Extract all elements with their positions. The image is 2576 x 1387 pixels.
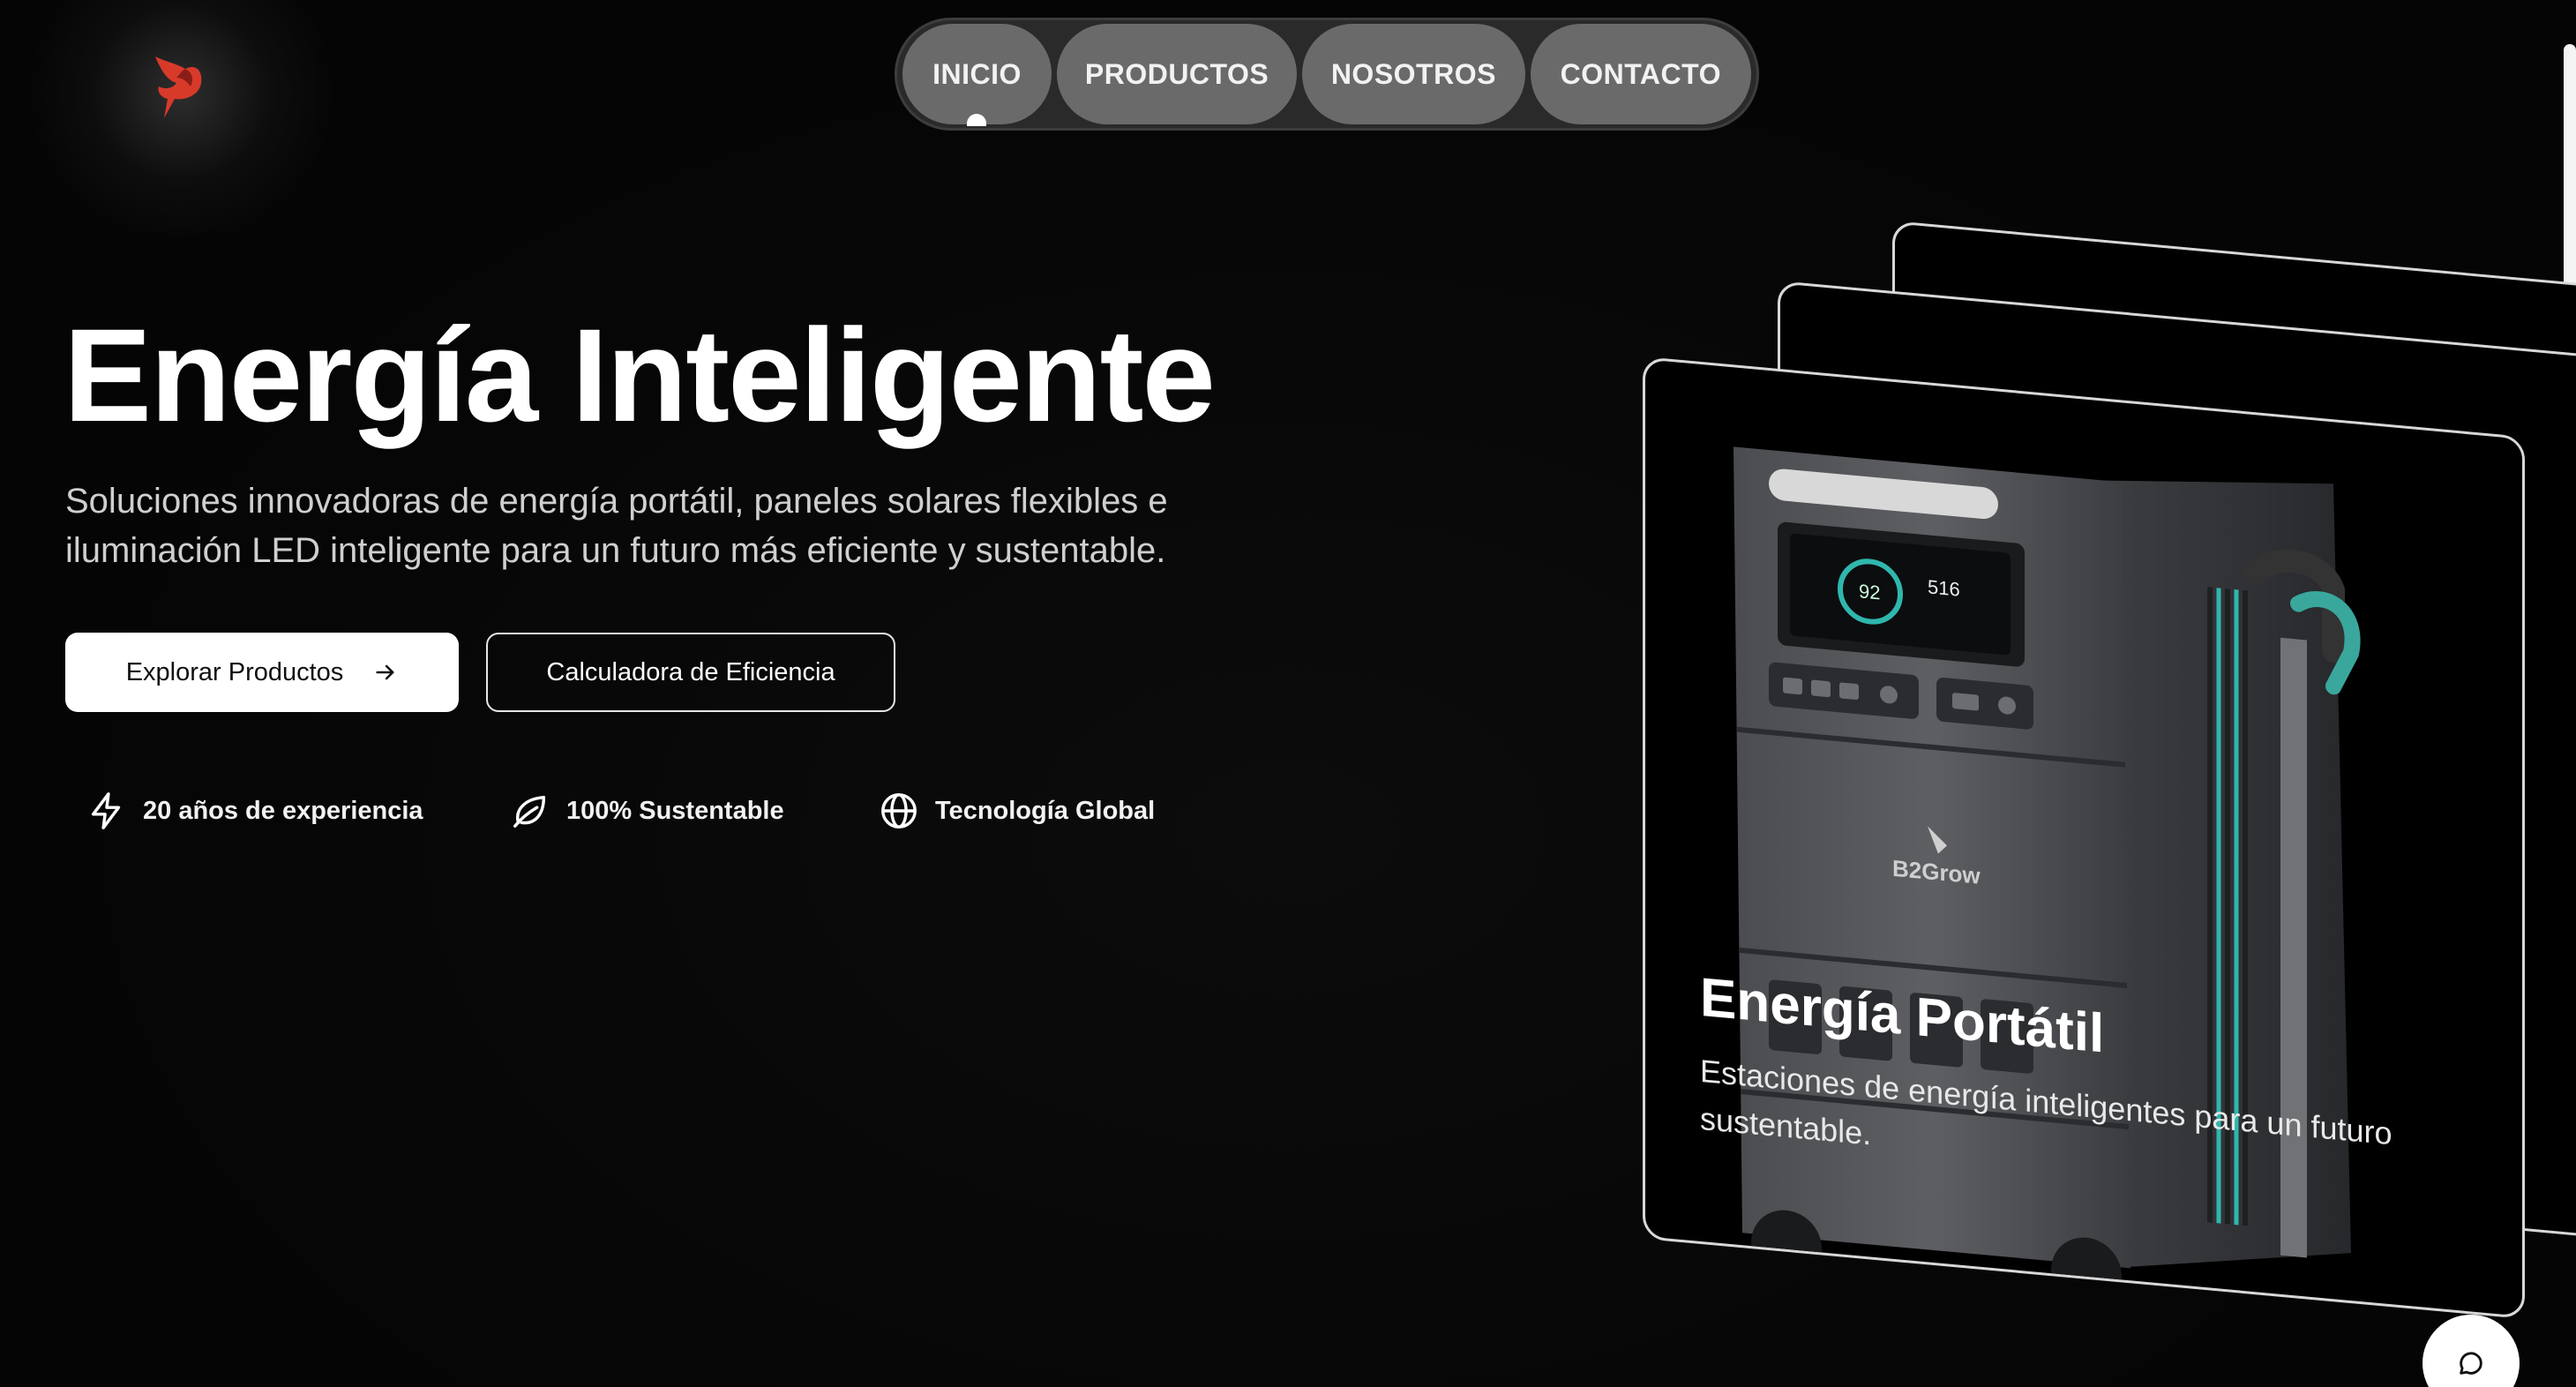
lightning-icon	[91, 792, 121, 829]
page: INICIO PRODUCTOS NOSOTROS CONTACTO Energ…	[0, 0, 2576, 1387]
feature-sustainable: 100% Sustentable	[510, 787, 784, 835]
bird-flame-logo[interactable]	[150, 53, 208, 122]
nav-item-label: PRODUCTOS	[1084, 57, 1269, 90]
chat-bubble-icon	[2460, 1352, 2482, 1375]
arrow-right-icon	[376, 664, 394, 680]
feature-label: Tecnología Global	[935, 796, 1156, 825]
nav-item-productos[interactable]: PRODUCTOS	[1056, 24, 1298, 124]
nav-item-label: INICIO	[932, 57, 1022, 90]
feature-label: 20 años de experiencia	[143, 796, 423, 825]
nav-item-label: NOSOTROS	[1330, 57, 1496, 90]
globe-icon	[881, 793, 917, 828]
main-nav: INICIO PRODUCTOS NOSOTROS CONTACTO	[895, 18, 1759, 131]
nav-item-label: CONTACTO	[1560, 57, 1721, 90]
hero-title: Energía Inteligente	[64, 301, 1216, 449]
product-card-portable-energy[interactable]: 92 516 B2Grow Energía Portátil Estacione…	[1643, 356, 2525, 1320]
explore-products-button[interactable]: Explorar Productos	[65, 633, 459, 712]
efficiency-calculator-button[interactable]: Calculadora de Eficiencia	[486, 633, 895, 712]
nav-item-contacto[interactable]: CONTACTO	[1530, 24, 1751, 124]
nav-item-inicio[interactable]: INICIO	[902, 24, 1052, 126]
display-reading: 516	[1928, 575, 1960, 600]
feature-experience: 20 años de experiencia	[86, 787, 423, 835]
feature-global: Tecnología Global	[879, 787, 1155, 835]
button-label: Explorar Productos	[125, 657, 344, 686]
feature-label: 100% Sustentable	[566, 796, 784, 825]
product-card-stack: 92 516 B2Grow Energía Portátil Estacione…	[1623, 221, 2576, 1368]
leaf-icon	[513, 795, 546, 828]
display-reading: 92	[1859, 580, 1880, 604]
hero-subtitle: Soluciones innovadoras de energía portát…	[65, 482, 1168, 570]
nav-item-nosotros[interactable]: NOSOTROS	[1302, 24, 1525, 124]
button-label: Calculadora de Eficiencia	[546, 657, 835, 686]
active-indicator	[967, 114, 987, 126]
